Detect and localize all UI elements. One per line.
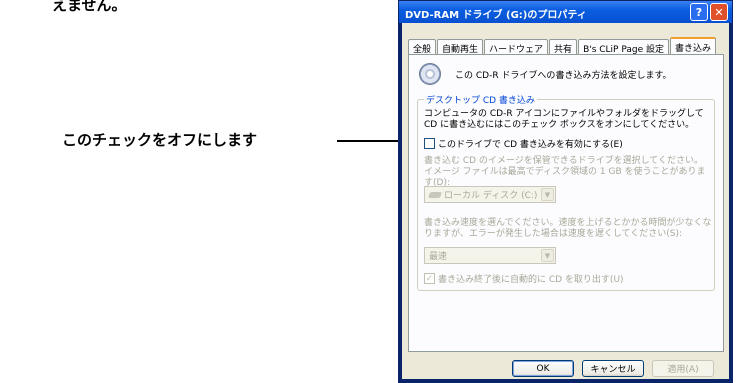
- dialog-title: DVD-RAM ドライブ (G:)のプロパティ: [405, 10, 587, 21]
- help-button[interactable]: ?: [690, 3, 708, 21]
- auto-eject-checkbox[interactable]: ✓: [424, 273, 435, 284]
- desktop-cd-recording-group: デスクトップ CD 書き込み コンピュータの CD-R アイコンにファイルやフォ…: [417, 93, 715, 291]
- close-icon: ✕: [714, 5, 724, 19]
- help-icon: ?: [695, 5, 703, 19]
- tab-sharing[interactable]: 共有: [549, 39, 578, 55]
- cancel-button[interactable]: キャンセル: [582, 360, 644, 377]
- ok-button[interactable]: OK: [512, 360, 574, 377]
- auto-eject-row[interactable]: ✓ 書き込み終了後に自動的に CD を取り出す(U): [424, 272, 624, 285]
- recording-tab-page: この CD-R ドライブへの書き込み方法を設定します。 デスクトップ CD 書き…: [408, 54, 724, 352]
- title-buttons: ? ✕: [690, 3, 728, 21]
- group-title: デスクトップ CD 書き込み: [424, 93, 537, 106]
- dialog-client: 全般 自動再生 ハードウェア 共有 B's CLiP Page 設定 書き込み …: [402, 23, 729, 379]
- top-caption: えません。: [52, 0, 127, 14]
- image-drive-select[interactable]: ローカル ディスク (C:) ▼: [424, 186, 556, 203]
- tab-strip: 全般 自動再生 ハードウェア 共有 B's CLiP Page 設定 書き込み: [408, 36, 717, 56]
- chevron-down-icon[interactable]: ▼: [541, 249, 554, 262]
- tab-general[interactable]: 全般: [408, 39, 437, 55]
- chevron-down-icon[interactable]: ▼: [541, 188, 554, 201]
- dialog-buttons: OK キャンセル 適用(A): [512, 360, 714, 377]
- close-button[interactable]: ✕: [710, 3, 728, 21]
- write-speed-select[interactable]: 最速 ▼: [424, 247, 556, 264]
- speed-description: 書き込み速度を選んでください。速度を上げるとかかる時間が少なくなりますが、エラー…: [424, 218, 712, 239]
- enable-recording-checkbox[interactable]: [424, 138, 435, 149]
- header-row: この CD-R ドライブへの書き込み方法を設定します。: [419, 63, 672, 85]
- enable-recording-label[interactable]: このドライブで CD 書き込みを有効にする(E): [438, 137, 623, 150]
- tab-autoplay[interactable]: 自動再生: [437, 39, 484, 55]
- enable-recording-row[interactable]: このドライブで CD 書き込みを有効にする(E): [424, 137, 623, 150]
- properties-dialog: DVD-RAM ドライブ (G:)のプロパティ ? ✕ 全般 自動再生 ハードウ…: [398, 0, 733, 383]
- tab-hardware[interactable]: ハードウェア: [484, 39, 549, 55]
- header-text: この CD-R ドライブへの書き込み方法を設定します。: [455, 70, 672, 81]
- auto-eject-label[interactable]: 書き込み終了後に自動的に CD を取り出す(U): [438, 272, 624, 285]
- dialog-titlebar[interactable]: DVD-RAM ドライブ (G:)のプロパティ ? ✕: [399, 1, 732, 23]
- group-description: コンピュータの CD-R アイコンにファイルやフォルダをドラッグして CD に書…: [424, 109, 704, 130]
- callout-text: このチェックをオフにします: [62, 131, 258, 149]
- image-drive-description: 書き込む CD のイメージを保管できるドライブを選択してください。イメージ ファ…: [424, 156, 706, 188]
- hard-drive-icon: [427, 191, 443, 198]
- image-drive-value: ローカル ディスク (C:): [444, 191, 538, 201]
- apply-button[interactable]: 適用(A): [652, 360, 714, 377]
- cd-drive-icon: [419, 63, 441, 85]
- write-speed-value: 最速: [429, 252, 448, 262]
- tab-bs-clip[interactable]: B's CLiP Page 設定: [578, 39, 669, 55]
